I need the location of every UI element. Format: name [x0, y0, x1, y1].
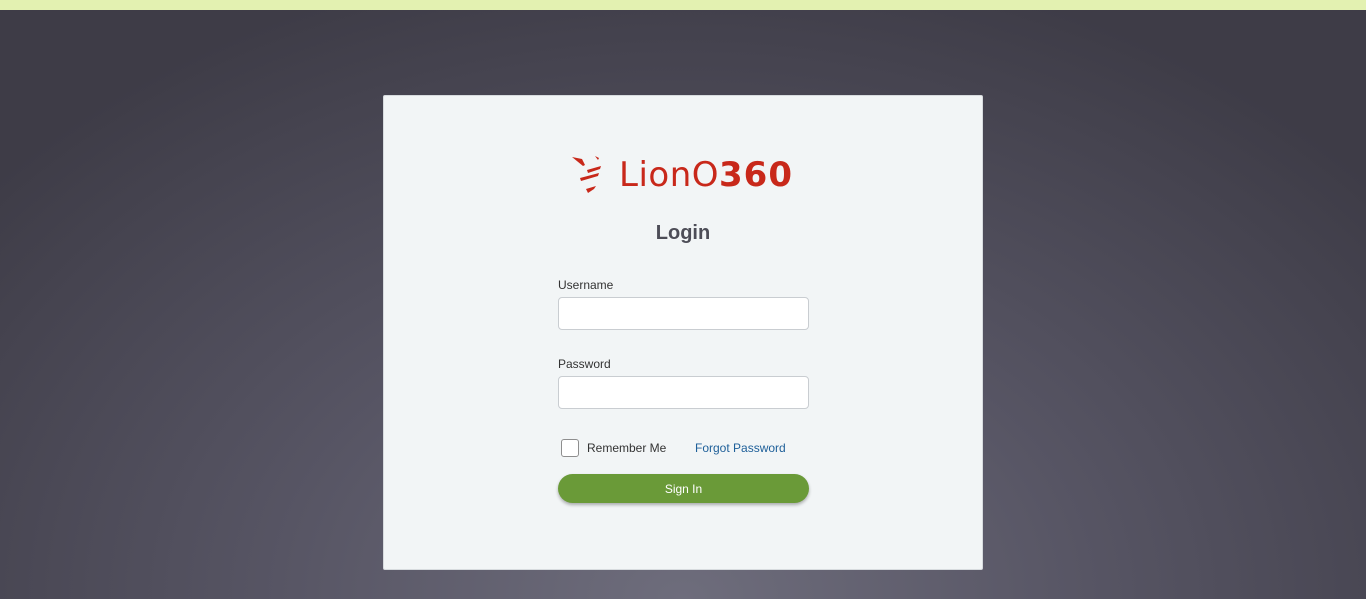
brand-logo: LionO360	[571, 154, 801, 196]
password-input[interactable]	[558, 376, 809, 409]
page-title: Login	[655, 222, 711, 244]
username-label: Username	[558, 278, 614, 292]
lion-mark-icon	[572, 156, 601, 193]
login-card: LionO360 Login Username Password Remembe…	[383, 95, 983, 570]
brand-name-bold: 360	[719, 155, 793, 195]
remember-me-label: Remember Me	[587, 441, 667, 455]
remember-me-control[interactable]: Remember Me	[561, 438, 666, 458]
brand-name-light: LionO	[619, 155, 720, 195]
top-banner-strip	[0, 0, 1366, 10]
username-input[interactable]	[558, 297, 809, 330]
sign-in-button[interactable]: Sign In	[558, 474, 809, 503]
brand-wordmark: LionO360	[619, 156, 793, 194]
password-label: Password	[558, 357, 611, 371]
remember-me-checkbox[interactable]	[561, 439, 579, 457]
forgot-password-link[interactable]: Forgot Password	[695, 441, 786, 455]
